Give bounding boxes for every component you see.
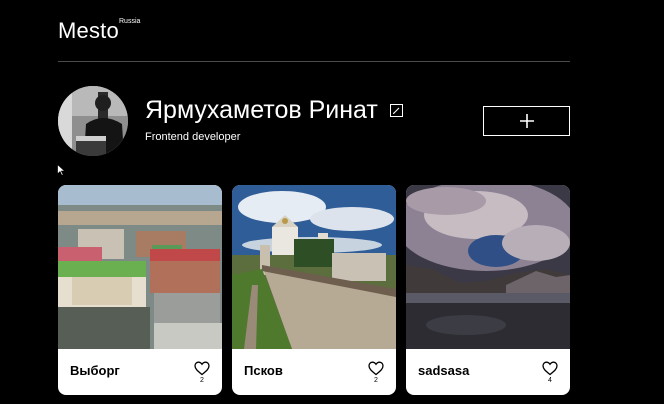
card-image[interactable] (232, 185, 396, 349)
card-title: Псков (244, 363, 283, 378)
avatar-photo (58, 86, 128, 156)
profile: Ярмухаметов Ринат Frontend developer (58, 86, 570, 156)
like-count: 2 (374, 377, 378, 384)
profile-name: Ярмухаметов Ринат (145, 96, 378, 124)
header: Mesto Russia (58, 14, 570, 62)
card: Псков 2 (232, 185, 396, 395)
card-title: sadsasa (418, 363, 470, 378)
card-image[interactable] (58, 185, 222, 349)
card: sadsasa 4 (406, 185, 570, 395)
card-title: Выборг (70, 363, 120, 378)
avatar[interactable] (58, 86, 128, 156)
heart-icon[interactable] (368, 361, 384, 376)
card: Выборг 2 (58, 185, 222, 395)
add-card-button[interactable] (483, 106, 570, 136)
like-count: 4 (548, 377, 552, 384)
card-image[interactable] (406, 185, 570, 349)
logo-superscript: Russia (119, 18, 141, 25)
cards-grid: Выборг 2 Псков 2 sadsasa 4 (58, 185, 570, 397)
like-count: 2 (200, 377, 204, 384)
edit-profile-button[interactable] (389, 104, 403, 117)
logo: Mesto (58, 18, 119, 43)
pencil-edit-icon (392, 107, 400, 114)
heart-icon[interactable] (542, 361, 558, 376)
mouse-cursor-icon (57, 164, 66, 176)
plus-icon (519, 114, 534, 128)
profile-about: Frontend developer (145, 131, 241, 143)
heart-icon[interactable] (194, 361, 210, 376)
